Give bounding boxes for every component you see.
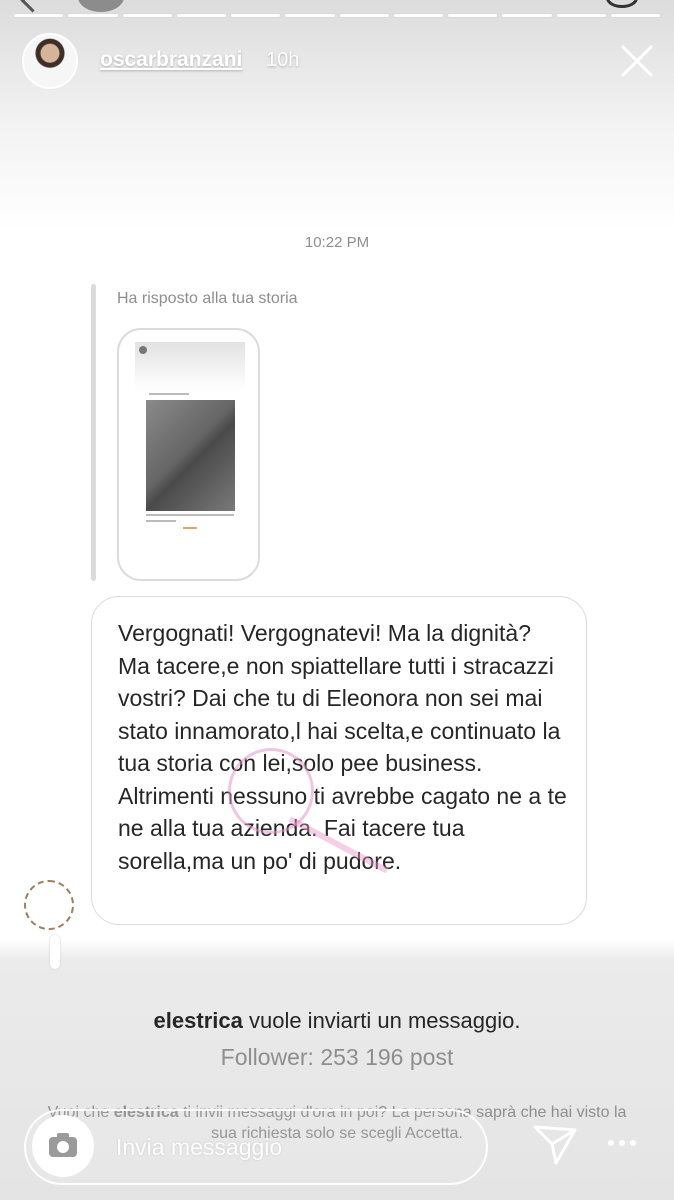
request-username[interactable]: elestrica xyxy=(154,1008,243,1033)
thumbnail-text-line xyxy=(146,514,234,516)
message-bubble[interactable]: Vergognati! Vergognatevi! Ma la dignità?… xyxy=(91,596,587,925)
user-avatar[interactable] xyxy=(22,33,78,89)
progress-segment xyxy=(393,14,443,17)
progress-segment xyxy=(556,14,606,17)
story-thumbnail[interactable] xyxy=(117,328,260,581)
thumbnail-avatar xyxy=(139,346,147,354)
progress-segment xyxy=(448,14,498,17)
request-title: elestrica vuole inviarti un messaggio. xyxy=(0,1008,674,1034)
thumbnail-emoji xyxy=(183,527,197,529)
story-progress-bar xyxy=(14,14,660,18)
message-input-placeholder: Invia messaggio xyxy=(116,1134,283,1160)
send-icon[interactable] xyxy=(532,1124,578,1166)
thumbnail-header xyxy=(135,342,245,390)
progress-segment xyxy=(231,14,281,17)
progress-segment xyxy=(122,14,172,17)
request-followers: Follower: 253 196 post xyxy=(220,1044,454,1070)
message-text: Vergognati! Vergognatevi! Ma la dignità?… xyxy=(118,620,567,874)
progress-segment xyxy=(176,14,226,17)
reply-label: Ha risposto alla tua storia xyxy=(117,290,298,307)
more-icon[interactable] xyxy=(606,1136,638,1150)
camera-button[interactable] xyxy=(32,1115,94,1177)
thumbnail-text-line xyxy=(146,520,176,522)
progress-segment xyxy=(502,14,552,17)
sender-avatar-stem xyxy=(50,935,60,969)
message-timestamp: 10:22 PM xyxy=(304,234,370,251)
camera-icon xyxy=(49,1133,77,1157)
story-username[interactable]: oscarbranzani xyxy=(100,48,242,72)
progress-segment xyxy=(285,14,335,17)
sender-avatar xyxy=(24,880,74,930)
request-title-suffix: vuole inviarti un messaggio. xyxy=(248,1008,521,1033)
reply-indicator-bar xyxy=(91,284,96,581)
progress-segment xyxy=(14,14,64,17)
close-icon[interactable] xyxy=(620,44,654,78)
thumbnail-text-line xyxy=(149,393,189,395)
story-time-ago: 10h xyxy=(266,49,300,71)
progress-segment xyxy=(610,14,660,17)
progress-segment xyxy=(68,14,118,17)
progress-segment xyxy=(339,14,389,17)
thumbnail-photo xyxy=(146,400,235,511)
